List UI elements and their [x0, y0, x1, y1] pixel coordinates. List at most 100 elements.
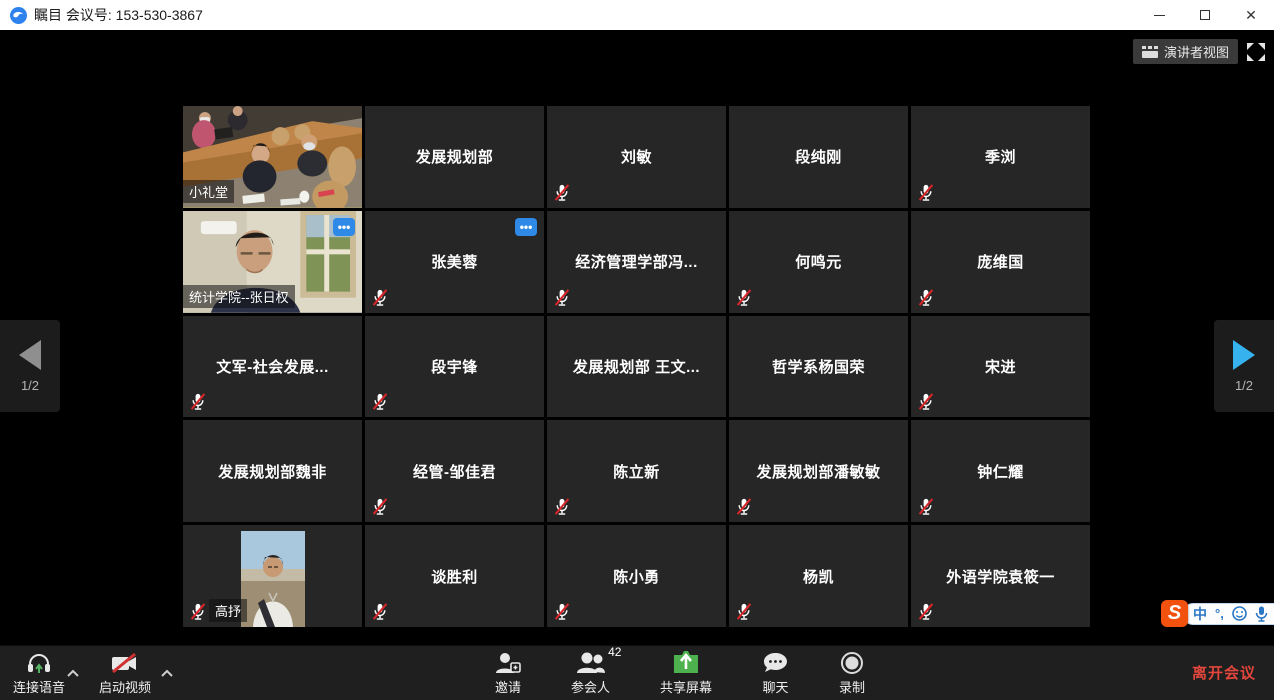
participant-name: 发展规划部魏非 [183, 420, 362, 522]
share-screen-icon [672, 651, 700, 675]
chat-button[interactable]: 聊天 [762, 651, 789, 696]
mic-muted-icon [918, 392, 934, 411]
previous-page-arrow[interactable] [19, 340, 41, 370]
mic-muted-icon [554, 602, 570, 621]
mic-muted-icon [554, 497, 570, 516]
participant-name: 外语学院袁筱一 [911, 525, 1090, 627]
participants-label: 参会人 [571, 677, 610, 696]
mic-muted-icon [190, 392, 206, 411]
ime-punctuation-toggle[interactable]: °, [1215, 607, 1224, 620]
participant-name: 发展规划部潘敏敏 [729, 420, 908, 522]
record-button[interactable]: 录制 [839, 651, 865, 696]
connect-audio-button[interactable]: 连接语音 [8, 651, 70, 696]
start-video-button[interactable]: 启动视频 [94, 651, 156, 696]
participant-tile[interactable]: 经济管理学部冯... [547, 211, 726, 313]
previous-page-panel: 1/2 [0, 320, 60, 412]
video-options-chevron-icon[interactable] [160, 669, 174, 678]
participant-tile[interactable]: 张美蓉 ••• [365, 211, 544, 313]
fullscreen-icon[interactable] [1247, 43, 1265, 61]
participant-name: 经济管理学部冯... [547, 211, 726, 313]
mic-muted-icon [918, 497, 934, 516]
participant-tile[interactable]: 宋进 [911, 316, 1090, 418]
invite-label: 邀请 [495, 677, 521, 696]
speaker-view-button[interactable]: 演讲者视图 [1133, 39, 1238, 64]
page-indicator: 1/2 [1235, 378, 1253, 393]
next-page-arrow[interactable] [1233, 340, 1255, 370]
ime-strip: 中 °, [1182, 603, 1274, 625]
mic-muted-icon [554, 288, 570, 307]
participant-tile[interactable]: 杨凯 [729, 525, 908, 627]
participants-button[interactable]: 42 参会人 [571, 651, 610, 696]
record-label: 录制 [839, 677, 865, 696]
share-screen-button[interactable]: 共享屏幕 [660, 651, 712, 696]
mic-muted-icon [372, 497, 388, 516]
title-bar: 瞩目 会议号: 153-530-3867 ✕ [0, 0, 1274, 30]
speaker-view-label: 演讲者视图 [1164, 42, 1229, 61]
minimize-button[interactable] [1136, 0, 1182, 30]
participant-tile[interactable]: 段宇锋 [365, 316, 544, 418]
mic-muted-icon [918, 183, 934, 202]
mic-muted-icon [372, 602, 388, 621]
share-screen-label: 共享屏幕 [660, 677, 712, 696]
window-title: 瞩目 会议号: 153-530-3867 [34, 5, 203, 25]
chat-bubble-icon [762, 651, 789, 675]
meeting-stage: 演讲者视图 1/2 1/2 [0, 30, 1274, 645]
leave-meeting-button[interactable]: 离开会议 [1192, 662, 1256, 683]
participant-tile[interactable]: 哲学系杨国荣 [729, 316, 908, 418]
participant-name: 何鸣元 [729, 211, 908, 313]
participant-tile[interactable]: 统计学院--张日权 ••• [183, 211, 362, 313]
video-muted-icon [110, 651, 140, 675]
participant-tile[interactable]: 陈立新 [547, 420, 726, 522]
participant-name-label: 高抒 [209, 599, 247, 622]
participant-tile[interactable]: 小礼堂 [183, 106, 362, 208]
participant-tile[interactable]: 发展规划部 [365, 106, 544, 208]
more-options-icon[interactable]: ••• [515, 218, 537, 236]
participant-name: 发展规划部 [365, 106, 544, 208]
participant-name: 哲学系杨国荣 [729, 316, 908, 418]
participant-name: 段纯刚 [729, 106, 908, 208]
ime-voice-icon[interactable] [1255, 606, 1268, 622]
participant-name: 刘敏 [547, 106, 726, 208]
mic-muted-icon [736, 602, 752, 621]
chat-label: 聊天 [763, 677, 789, 696]
participant-tile[interactable]: 经管-邹佳君 [365, 420, 544, 522]
participant-tile[interactable]: 发展规划部 王文... [547, 316, 726, 418]
participant-tile[interactable]: 外语学院袁筱一 [911, 525, 1090, 627]
participant-name-label: 小礼堂 [183, 180, 234, 203]
audio-options-chevron-icon[interactable] [66, 669, 80, 678]
participant-tile[interactable]: 高抒 [183, 525, 362, 627]
close-button[interactable]: ✕ [1228, 0, 1274, 30]
participant-tile[interactable]: 谈胜利 [365, 525, 544, 627]
ime-logo-icon[interactable]: S [1161, 600, 1188, 627]
participant-tile[interactable]: 文军-社会发展... [183, 316, 362, 418]
participant-name: 段宇锋 [365, 316, 544, 418]
participant-name: 宋进 [911, 316, 1090, 418]
ime-toolbar: S 中 °, [1161, 600, 1274, 627]
participants-count: 42 [608, 645, 621, 659]
mic-muted-icon [554, 183, 570, 202]
mic-muted-icon [736, 497, 752, 516]
participant-tile[interactable]: 发展规划部潘敏敏 [729, 420, 908, 522]
participant-tile[interactable]: 段纯刚 [729, 106, 908, 208]
mic-muted-icon [736, 288, 752, 307]
participant-tile[interactable]: 庞维国 [911, 211, 1090, 313]
start-video-label: 启动视频 [99, 677, 151, 696]
mic-muted-icon [190, 602, 206, 621]
participant-tile[interactable]: 季浏 [911, 106, 1090, 208]
connect-audio-label: 连接语音 [13, 677, 65, 696]
maximize-button[interactable] [1182, 0, 1228, 30]
participant-tile[interactable]: 何鸣元 [729, 211, 908, 313]
participant-tile[interactable]: 发展规划部魏非 [183, 420, 362, 522]
participant-tile[interactable]: 钟仁耀 [911, 420, 1090, 522]
page-indicator: 1/2 [21, 378, 39, 393]
more-options-icon[interactable]: ••• [333, 218, 355, 236]
record-icon [840, 651, 864, 675]
invite-button[interactable]: 邀请 [495, 651, 521, 696]
participant-tile[interactable]: 陈小勇 [547, 525, 726, 627]
ime-emoji-icon[interactable] [1232, 606, 1247, 621]
participant-name: 陈立新 [547, 420, 726, 522]
mic-muted-icon [918, 288, 934, 307]
ime-mode-toggle[interactable]: 中 [1193, 607, 1207, 621]
participant-tile[interactable]: 刘敏 [547, 106, 726, 208]
participant-name: 发展规划部 王文... [547, 316, 726, 418]
